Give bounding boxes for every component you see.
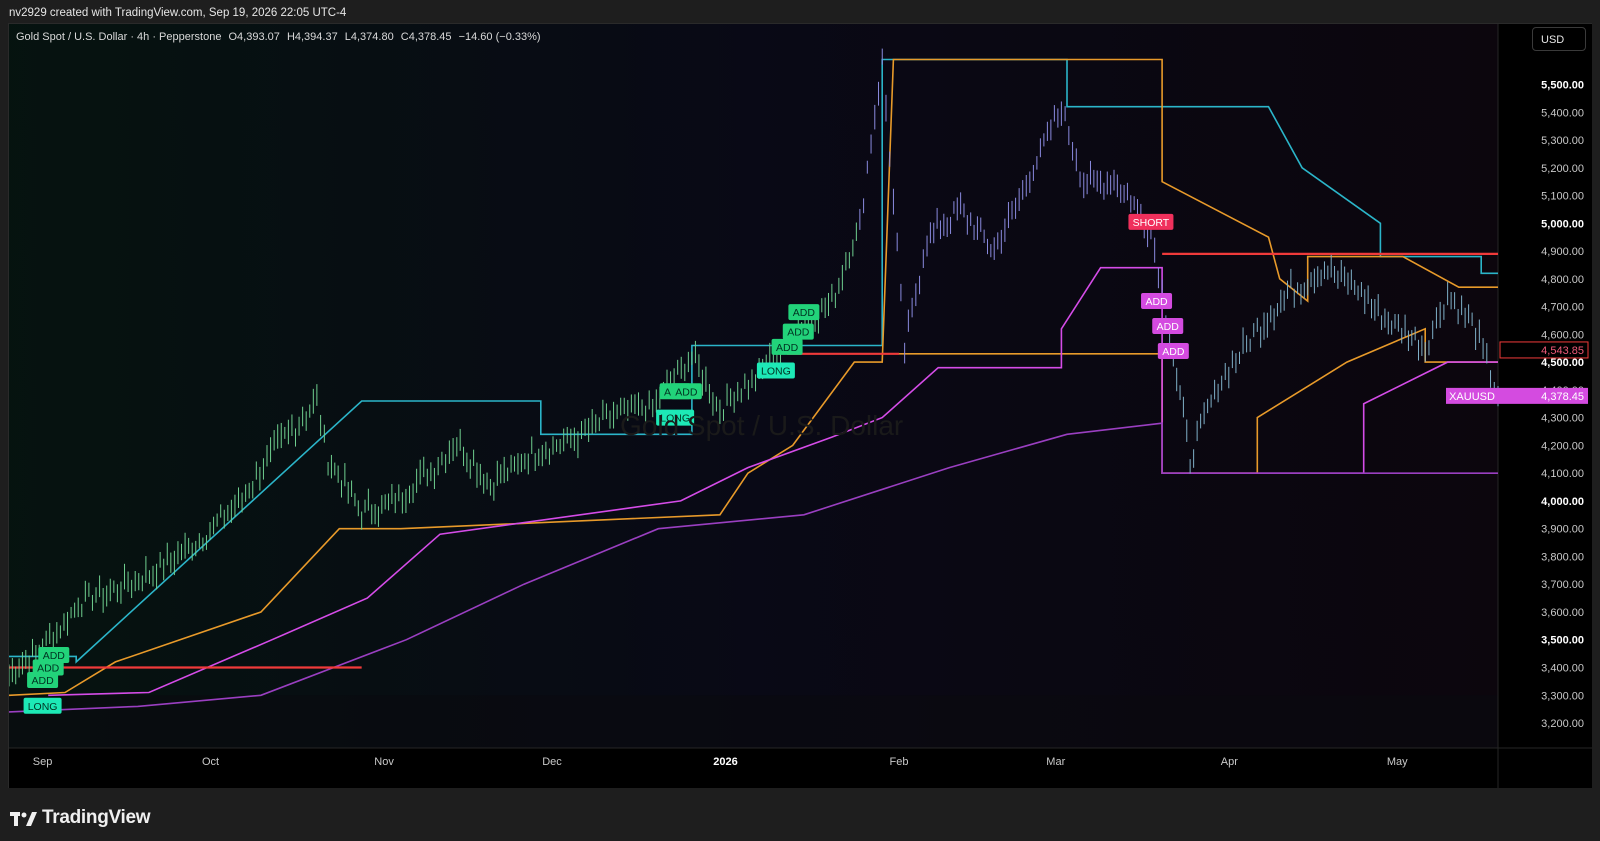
price-tick-label: 3,600.00 <box>1541 607 1584 619</box>
price-tick-label: 5,200.00 <box>1541 163 1584 175</box>
tradingview-brand: TradingView <box>42 807 151 828</box>
time-tick-label: Oct <box>202 756 219 768</box>
price-tick-label: 3,400.00 <box>1541 662 1584 674</box>
price-tick-label: 3,200.00 <box>1541 718 1584 730</box>
price-tick-label: 5,000.00 <box>1541 218 1584 230</box>
price-tick-label: 4,100.00 <box>1541 468 1584 480</box>
signal-add-label: ADD <box>793 307 816 319</box>
ohlc-open: O4,393.07 <box>228 31 280 43</box>
price-tick-label: 3,800.00 <box>1541 551 1584 563</box>
lower-shade <box>9 695 1498 748</box>
price-tick-label: 4,500.00 <box>1541 357 1584 369</box>
price-tick-label: 5,400.00 <box>1541 107 1584 119</box>
price-tick-label: 4,900.00 <box>1541 246 1584 258</box>
currency-button[interactable]: USD <box>1532 27 1586 51</box>
tradingview-logo-icon <box>10 809 38 827</box>
price-tick-label: 5,500.00 <box>1541 80 1584 92</box>
time-axis-background <box>9 748 1592 788</box>
tradingview-footer[interactable]: TradingView <box>10 806 151 830</box>
price-tick-label: 4,000.00 <box>1541 496 1584 508</box>
price-tick-label: 4,800.00 <box>1541 274 1584 286</box>
price-tick-label: 4,600.00 <box>1541 329 1584 341</box>
ohlc-close: C4,378.45 <box>400 31 452 43</box>
signal-add-label: ADD <box>675 386 698 398</box>
last-price-value: 4,378.45 <box>1541 391 1584 403</box>
band-shade <box>9 24 1498 748</box>
price-tick-label: 3,500.00 <box>1541 635 1584 647</box>
symbol-legend[interactable]: Gold Spot / U.S. Dollar · 4h · Peppersto… <box>16 31 545 43</box>
time-tick-label: Nov <box>374 756 394 768</box>
time-tick-label: Apr <box>1221 756 1238 768</box>
signal-add-label: ADD <box>37 662 60 674</box>
price-tick-label: 4,200.00 <box>1541 440 1584 452</box>
price-tick-label: 5,300.00 <box>1541 135 1584 147</box>
signal-long-label: LONG <box>28 701 58 713</box>
ohlc-low: L4,374.80 <box>344 31 394 43</box>
price-tick-label: 3,300.00 <box>1541 690 1584 702</box>
time-tick-label: 2026 <box>713 756 737 768</box>
signal-long-label: LONG <box>761 365 791 377</box>
time-tick-label: Mar <box>1046 756 1065 768</box>
signal-short-label: SHORT <box>1133 217 1170 229</box>
time-tick-label: May <box>1387 756 1408 768</box>
price-tick-label: 4,300.00 <box>1541 413 1584 425</box>
price-change: −14.60 (−0.33%) <box>458 31 541 43</box>
chart-credit: nv2929 created with TradingView.com, Sep… <box>9 7 347 19</box>
price-tick-label: 5,100.00 <box>1541 191 1584 203</box>
signal-add-label: ADD <box>776 342 799 354</box>
price-tick-label: 3,900.00 <box>1541 524 1584 536</box>
time-tick-label: Feb <box>890 756 909 768</box>
signal-add_short-label: ADD <box>1157 321 1180 333</box>
signal-add_short-label: ADD <box>1145 296 1168 308</box>
signal-add-label: ADD <box>43 650 66 662</box>
signal-add-label: ADD <box>787 327 810 339</box>
time-tick-label: Dec <box>542 756 562 768</box>
price-level-value: 4,543.85 <box>1541 345 1584 357</box>
symbol-watermark: Gold Spot / U.S. Dollar <box>620 410 904 441</box>
price-tick-label: 4,700.00 <box>1541 302 1584 314</box>
symbol-name[interactable]: Gold Spot / U.S. Dollar · 4h · Peppersto… <box>16 31 221 43</box>
time-tick-label: Sep <box>33 756 53 768</box>
price-tick-label: 3,700.00 <box>1541 579 1584 591</box>
symbol-tag-name: XAUUSD <box>1449 391 1495 403</box>
signal-add_short-label: ADD <box>1162 346 1185 358</box>
price-chart[interactable]: 3,200.00 3,300.00 3,400.00 3,500.00 3,600.00… <box>9 24 1592 788</box>
signal-add-label: ADD <box>32 675 55 687</box>
ohlc-high: H4,394.37 <box>286 31 338 43</box>
